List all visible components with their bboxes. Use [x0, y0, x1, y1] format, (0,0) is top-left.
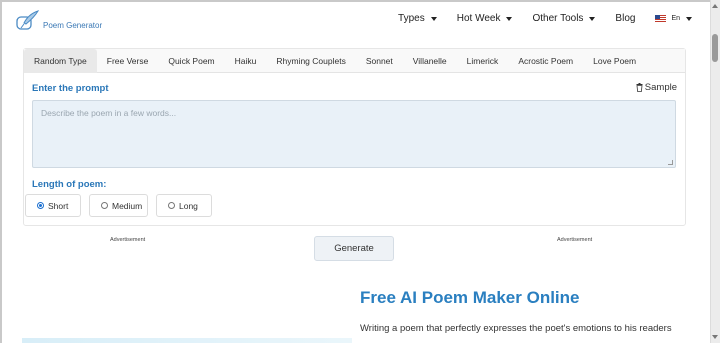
tab-villanelle[interactable]: Villanelle	[403, 49, 457, 73]
page-title: Free AI Poem Maker Online	[360, 288, 580, 307]
window-frame-left	[0, 0, 2, 343]
nav-item-hot-week[interactable]: Hot Week	[457, 13, 513, 24]
radio-unchecked-icon[interactable]	[101, 202, 108, 209]
language-label: En	[671, 15, 680, 22]
intro-text: Writing a poem that perfectly expresses …	[360, 323, 672, 334]
quill-logo-icon	[15, 9, 41, 33]
advertisement-label-left: Advertisement	[110, 237, 146, 243]
sample-button[interactable]: Sample	[636, 82, 677, 93]
tab-random-type[interactable]: Random Type	[24, 48, 97, 73]
length-option-label: Long	[179, 200, 198, 211]
chevron-down-icon	[589, 16, 596, 21]
main-nav: Types Hot Week Other Tools Blog En	[378, 13, 692, 24]
prompt-textarea[interactable]: Describe the poem in a few words...	[32, 100, 676, 168]
tab-haiku[interactable]: Haiku	[225, 49, 267, 73]
length-options: Short Medium Long	[25, 194, 220, 217]
chevron-down-icon	[506, 16, 513, 21]
logo-text: Poem Generator	[43, 20, 103, 30]
tab-free-verse[interactable]: Free Verse	[97, 49, 159, 73]
poem-type-tabs: Random Type Free Verse Quick Poem Haiku …	[24, 48, 685, 73]
radio-checked-icon[interactable]	[37, 202, 44, 209]
nav-item-label: Types	[398, 13, 425, 24]
tab-rhyming-couplets[interactable]: Rhyming Couplets	[266, 49, 355, 73]
tab-acrostic-poem[interactable]: Acrostic Poem	[508, 49, 583, 73]
length-option-label: Medium	[112, 200, 143, 211]
nav-item-blog[interactable]: Blog	[615, 13, 635, 24]
site-header: Poem Generator Types Hot Week Other Tool…	[2, 2, 708, 40]
resize-handle-icon[interactable]	[668, 160, 673, 165]
vertical-scrollbar[interactable]	[710, 0, 720, 343]
nav-item-label: Blog	[615, 13, 636, 24]
nav-item-other-tools[interactable]: Other Tools	[532, 13, 596, 24]
length-option-medium[interactable]: Medium	[89, 194, 148, 217]
radio-unchecked-icon[interactable]	[168, 202, 175, 209]
length-option-short[interactable]: Short	[25, 194, 81, 217]
generate-button[interactable]: Generate	[314, 236, 394, 261]
tab-love-poem[interactable]: Love Poem	[583, 49, 646, 73]
banner-strip	[22, 338, 352, 343]
length-label: Length of poem:	[32, 179, 107, 190]
site-logo[interactable]: Poem Generator	[15, 9, 102, 33]
scroll-up-icon[interactable]	[712, 4, 718, 8]
length-option-label: Short	[48, 200, 69, 211]
tab-sonnet[interactable]: Sonnet	[356, 49, 403, 73]
tab-quick-poem[interactable]: Quick Poem	[158, 49, 224, 73]
length-option-long[interactable]: Long	[156, 194, 212, 217]
language-selector[interactable]: En	[655, 15, 692, 22]
sample-label: Sample	[644, 82, 677, 93]
scroll-down-icon[interactable]	[712, 335, 718, 339]
us-flag-icon	[655, 15, 667, 22]
prompt-placeholder: Describe the poem in a few words...	[41, 108, 177, 118]
advertisement-label-right: Advertisement	[557, 237, 593, 243]
trash-icon	[636, 83, 643, 92]
tab-limerick[interactable]: Limerick	[457, 49, 509, 73]
nav-item-label: Hot Week	[456, 13, 501, 24]
nav-item-label: Other Tools	[532, 13, 584, 24]
nav-item-types[interactable]: Types	[398, 13, 437, 24]
scroll-thumb[interactable]	[712, 34, 718, 62]
poem-generator-panel: Random Type Free Verse Quick Poem Haiku …	[23, 48, 686, 226]
chevron-down-icon	[686, 16, 692, 21]
prompt-label: Enter the prompt	[32, 83, 109, 94]
chevron-down-icon	[430, 16, 437, 21]
